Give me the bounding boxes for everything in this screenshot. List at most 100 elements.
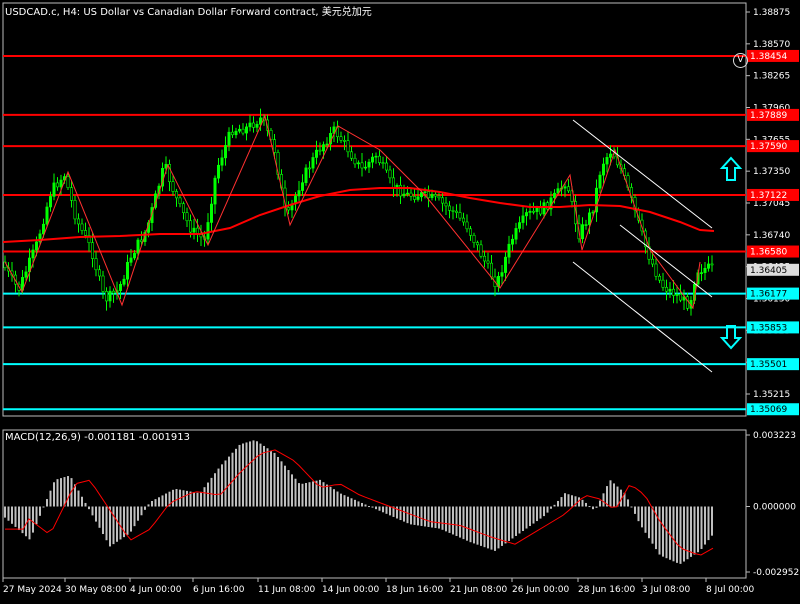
macd-bar <box>98 506 101 528</box>
candle-body <box>489 262 493 278</box>
candle-body <box>475 242 479 246</box>
candle-body <box>605 157 609 165</box>
macd-bar <box>679 506 682 564</box>
candle-body <box>77 218 81 225</box>
macd-bar <box>298 483 300 507</box>
macd-bar <box>438 506 440 529</box>
candle-body <box>377 155 381 163</box>
candle-body <box>608 153 612 158</box>
candle-body <box>416 196 420 200</box>
macd-bar <box>357 501 360 507</box>
macd-bar <box>242 443 244 507</box>
macd-bar <box>273 452 276 507</box>
chart-window[interactable]: 1.388751.385701.382651.379601.376551.373… <box>0 0 800 600</box>
candle-body <box>346 140 350 153</box>
candle-body <box>84 230 88 236</box>
macd-bar <box>532 506 535 524</box>
macd-bar <box>539 506 542 519</box>
macd-bar <box>84 502 87 507</box>
macd-bar <box>210 477 213 507</box>
candle-body <box>531 210 535 213</box>
candle-body <box>321 144 325 152</box>
candle-body <box>175 191 179 199</box>
macd-bar <box>39 506 41 516</box>
macd-bar <box>140 506 143 516</box>
candle-body <box>31 249 35 259</box>
candle-body <box>654 263 658 277</box>
candle-body <box>678 294 682 301</box>
macd-bar <box>67 476 69 507</box>
time-tick-label: 26 Jun 00:00 <box>512 585 569 595</box>
candle-body <box>661 279 665 288</box>
candle-body <box>412 196 416 200</box>
macd-bar <box>46 499 48 507</box>
candle-body <box>465 221 469 230</box>
macd-bar <box>410 506 412 525</box>
price-tick-label: 1.35215 <box>753 390 790 400</box>
macd-bar <box>340 493 342 507</box>
macd-bar <box>483 506 486 548</box>
candle-body <box>300 182 304 191</box>
macd-bar <box>109 506 111 547</box>
candle-body <box>349 151 353 159</box>
macd-bar <box>476 506 479 545</box>
macd-histogram <box>4 440 713 564</box>
macd-bar <box>158 497 160 507</box>
candle-body <box>206 222 210 240</box>
time-tick-label: 11 Jun 08:00 <box>258 585 315 595</box>
macd-bar <box>448 506 451 533</box>
macd-bar <box>284 465 286 507</box>
price-chart[interactable]: 1.388751.385701.382651.379601.376551.373… <box>0 0 800 600</box>
macd-bar <box>364 504 367 507</box>
candle-body <box>255 124 259 128</box>
macd-bar <box>81 496 83 507</box>
time-tick-label: 3 Jul 08:00 <box>642 585 691 595</box>
macd-bar <box>630 506 633 508</box>
candle-body <box>342 140 346 142</box>
candle-body <box>241 128 245 134</box>
macd-bar <box>368 506 370 508</box>
macd-bar <box>651 506 654 544</box>
macd-bar <box>389 506 391 516</box>
candle-body <box>307 167 311 170</box>
candle-body <box>402 193 406 197</box>
macd-bar <box>186 490 188 507</box>
candle-body <box>370 156 374 163</box>
candle-body <box>105 291 109 302</box>
candle-body <box>91 242 95 259</box>
macd-bar <box>60 478 62 507</box>
price-tick-label: 1.37350 <box>753 167 790 177</box>
macd-bar <box>161 495 164 507</box>
candle-body <box>468 228 472 236</box>
candle-body <box>238 128 242 132</box>
macd-bar <box>207 482 209 507</box>
macd-bar <box>203 487 206 507</box>
macd-bar <box>291 474 293 507</box>
candle-body <box>545 202 549 210</box>
candle-body <box>510 238 514 245</box>
macd-bar <box>144 506 146 510</box>
macd-bar <box>403 506 405 522</box>
candle-body <box>185 212 189 222</box>
macd-bar <box>35 506 38 525</box>
candle-body <box>454 210 458 213</box>
macd-bar <box>77 490 80 507</box>
macd-bar <box>497 506 500 549</box>
candle-body <box>52 182 56 197</box>
candle-body <box>122 278 126 285</box>
price-tick-label: 1.38265 <box>753 72 790 82</box>
candle-body <box>34 241 38 251</box>
macd-bar <box>634 506 636 514</box>
candle-body <box>140 239 144 242</box>
macd-bar <box>266 448 269 507</box>
macd-bar <box>301 483 304 507</box>
macd-bar <box>326 484 328 507</box>
macd-bar <box>459 506 461 538</box>
candle-body <box>503 256 507 273</box>
macd-bar <box>256 441 258 507</box>
macd-bar <box>322 482 325 507</box>
broker-logo-icon: V <box>733 53 748 68</box>
candle-body <box>311 157 315 169</box>
macd-bar <box>399 506 402 521</box>
candle-body <box>171 181 175 192</box>
